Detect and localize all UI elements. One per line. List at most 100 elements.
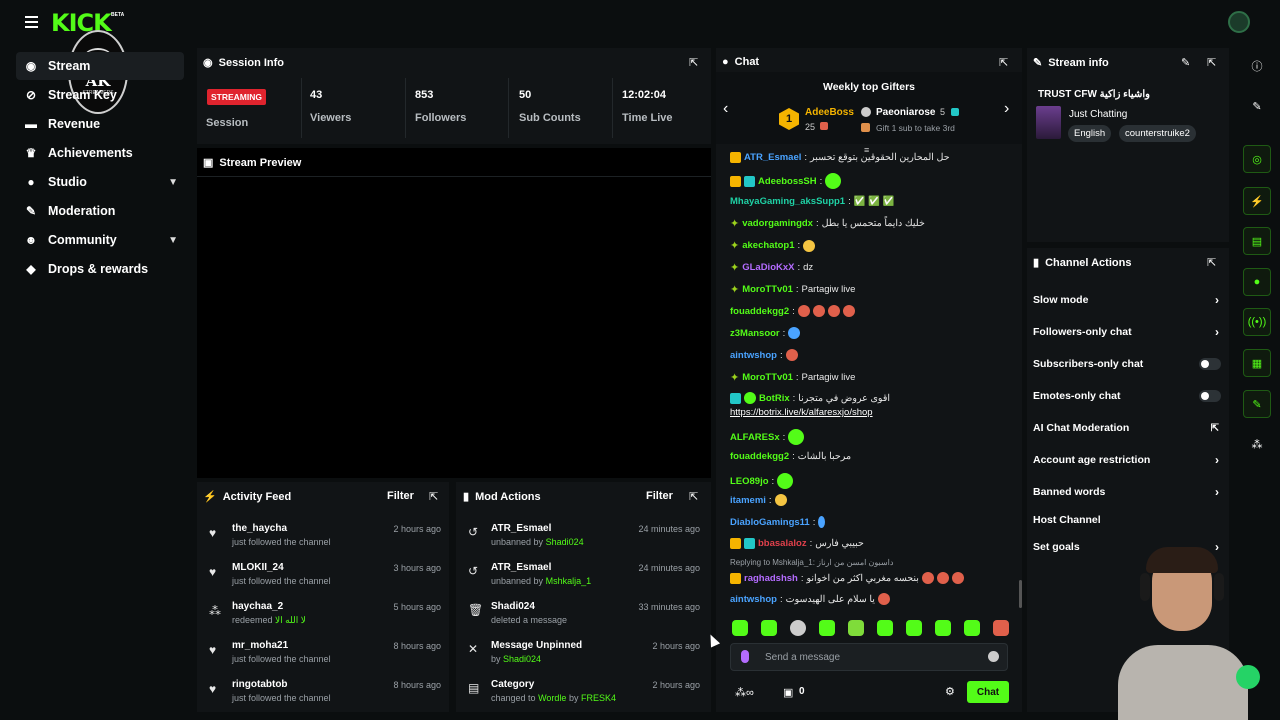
nav-item-achievements[interactable]: ♛ Achievements: [16, 139, 184, 167]
chat-message[interactable]: fouaddekgg2: مرحبا بالشات: [730, 451, 851, 462]
chat-username[interactable]: akechatop1: [742, 240, 794, 251]
chat-message[interactable]: DiabloGamings11:: [730, 516, 826, 528]
category-thumbnail[interactable]: [1036, 106, 1061, 139]
chat-message[interactable]: ✦ GLaDioKxX: dz: [730, 261, 813, 274]
tag-chip[interactable]: counterstruike2: [1119, 125, 1196, 142]
host-channel-row[interactable]: Host Channel: [1033, 514, 1223, 526]
chat-username[interactable]: fouaddekgg2: [730, 451, 789, 462]
chat-message[interactable]: ✦ akechatop1:: [730, 239, 816, 252]
list-item[interactable]: ♥ MLOKII_24 just followed the channel 3 h…: [209, 562, 441, 598]
emote-bar[interactable]: [732, 620, 1022, 639]
nav-item-drops[interactable]: ◆ Drops & rewards: [16, 255, 184, 283]
layout-icon[interactable]: ▦: [1243, 349, 1271, 377]
settings-icon[interactable]: ⚙: [945, 685, 955, 698]
chat-message[interactable]: ✦ vadorgamingdx: خليك دايماً متحمس يا بطل: [730, 217, 925, 230]
list-item[interactable]: ✕ Message Unpinned by Shadi024 2 hours ag…: [468, 640, 700, 676]
emoji-picker-icon[interactable]: [988, 651, 999, 662]
followers-only-row[interactable]: Followers-only chat ›: [1033, 325, 1223, 339]
chat-message[interactable]: z3Mansoor:: [730, 327, 801, 339]
tools-icon[interactable]: ✎: [1243, 390, 1271, 418]
chat-username[interactable]: ALFARESx: [730, 432, 780, 443]
people-icon[interactable]: ⁂∞: [735, 686, 754, 699]
chat-message[interactable]: LEO89jo:: [730, 473, 794, 489]
chat-username[interactable]: MoroTTv01: [742, 284, 793, 295]
popout-icon[interactable]: ⇱: [429, 490, 438, 503]
chat-username[interactable]: LEO89jo: [730, 476, 769, 487]
list-item[interactable]: ↺ ATR_Esmael unbanned by Shadi024 24 minu…: [468, 523, 700, 559]
broadcast-icon[interactable]: ((•)): [1243, 308, 1271, 336]
chat-message[interactable]: ✦ MoroTTv01: Partagiw live: [730, 283, 855, 296]
chat-username[interactable]: MhayaGaming_aksSupp1: [730, 196, 845, 207]
list-item[interactable]: ♥ the_haycha just followed the channel 2 …: [209, 523, 441, 559]
chat-username[interactable]: vadorgamingdx: [742, 218, 813, 229]
chat-username[interactable]: GLaDioKxX: [742, 262, 794, 273]
subscribers-only-row[interactable]: Subscribers-only chat: [1033, 358, 1223, 370]
info-icon[interactable]: ⓘ: [1243, 52, 1271, 80]
list-item[interactable]: ⁂ haychaa_2 redeemed لا الله الا 5 hours …: [209, 601, 441, 637]
nav-item-studio[interactable]: ● Studio ▼: [16, 168, 184, 196]
mic-icon[interactable]: [741, 650, 749, 663]
chat-username[interactable]: aintwshop: [730, 594, 777, 605]
slow-mode-row[interactable]: Slow mode ›: [1033, 293, 1223, 307]
chat-message[interactable]: bbasalaloz: حبيبي فارس: [730, 538, 864, 549]
activity-filter-button[interactable]: Filter: [387, 490, 414, 502]
list-item[interactable]: ♥ ringotabtob just followed the channel 8…: [209, 679, 441, 715]
nav-item-revenue[interactable]: ▬ Revenue: [16, 110, 184, 138]
chat-message[interactable]: raghadshsh: بنحسه مغربي اكثر من اخوانو: [730, 572, 964, 584]
popout-icon[interactable]: ⇱: [689, 56, 698, 69]
chat-username[interactable]: MoroTTv01: [742, 372, 793, 383]
popout-icon[interactable]: ⇱: [1207, 256, 1216, 269]
chat-message[interactable]: ATR_Esmael: حل المحارين الحقوقين بتوقع ت…: [730, 152, 950, 163]
chat-input-box[interactable]: [730, 643, 1008, 671]
chat-message[interactable]: aintwshop: يا سلام على الهيدسوت: [730, 593, 890, 605]
banned-words-row[interactable]: Banned words ›: [1033, 485, 1223, 499]
chat-message[interactable]: ✦ MoroTTv01: Partagiw live: [730, 371, 855, 384]
chat-send-button[interactable]: Chat: [967, 681, 1009, 703]
chat-scrollbar[interactable]: [1019, 580, 1022, 608]
emotes-only-toggle[interactable]: [1199, 390, 1221, 402]
community-icon[interactable]: ⁂: [1243, 430, 1271, 458]
menu-icon[interactable]: [22, 14, 40, 30]
chat-text[interactable]: https://botrix.live/k/alfaresxjo/shop: [730, 407, 873, 418]
notes-icon[interactable]: ▤: [1243, 227, 1271, 255]
emotes-only-row[interactable]: Emotes-only chat: [1033, 390, 1223, 402]
ai-moderation-row[interactable]: AI Chat Moderation ⇱: [1033, 422, 1223, 434]
chat-username[interactable]: aintwshop: [730, 350, 777, 361]
nav-item-moderation[interactable]: ✎ Moderation: [16, 197, 184, 225]
chat-username[interactable]: z3Mansoor: [730, 328, 780, 339]
subscribers-only-toggle[interactable]: [1199, 358, 1221, 370]
category-name[interactable]: Just Chatting: [1069, 109, 1127, 120]
chat-message[interactable]: MhayaGaming_aksSupp1: ✅ ✅ ✅: [730, 196, 895, 207]
user-avatar[interactable]: [1228, 11, 1250, 33]
chat-username[interactable]: ATR_Esmael: [744, 152, 801, 163]
chat-message[interactable]: fouaddekgg2:: [730, 305, 855, 317]
mod-filter-button[interactable]: Filter: [646, 490, 673, 502]
chat-message[interactable]: BotRix: اقوى عروض في متجرنا: [730, 392, 890, 404]
clip-icon[interactable]: ◎: [1243, 145, 1271, 173]
popout-icon[interactable]: ⇱: [999, 56, 1008, 69]
chat-username[interactable]: BotRix: [759, 393, 790, 404]
chat-message[interactable]: ALFARESx:: [730, 429, 805, 445]
list-item[interactable]: ▤ Category changed to Wordle by FRESK4 2 …: [468, 679, 700, 715]
chat-message[interactable]: AdeebossSH:: [730, 173, 842, 189]
chat-username[interactable]: itamemi: [730, 495, 766, 506]
tag-chip[interactable]: English: [1068, 125, 1112, 142]
store-icon[interactable]: ▣: [783, 686, 793, 699]
account-age-row[interactable]: Account age restriction ›: [1033, 453, 1223, 467]
chat-message[interactable]: aintwshop:: [730, 349, 798, 361]
prev-arrow-icon[interactable]: ‹: [723, 100, 728, 118]
chat-input[interactable]: [765, 649, 965, 665]
nav-item-community[interactable]: ☻ Community ▼: [16, 226, 184, 254]
chat-message[interactable]: itamemi:: [730, 494, 787, 506]
popout-icon[interactable]: ⇱: [689, 490, 698, 503]
next-arrow-icon[interactable]: ›: [1004, 100, 1009, 118]
nav-item-stream-key[interactable]: ⊘ Stream Key: [16, 81, 184, 109]
chat-link[interactable]: https://botrix.live/k/alfaresxjo/shop: [730, 407, 873, 418]
edit-icon[interactable]: ✎: [1181, 56, 1190, 69]
chat-username[interactable]: fouaddekgg2: [730, 306, 789, 317]
chat-username[interactable]: bbasalaloz: [758, 538, 807, 549]
chat-username[interactable]: AdeebossSH: [758, 176, 817, 187]
popout-icon[interactable]: ⇱: [1207, 56, 1216, 69]
chat-username[interactable]: DiabloGamings11: [730, 517, 810, 528]
chat-bubble-icon[interactable]: ●: [1243, 268, 1271, 296]
